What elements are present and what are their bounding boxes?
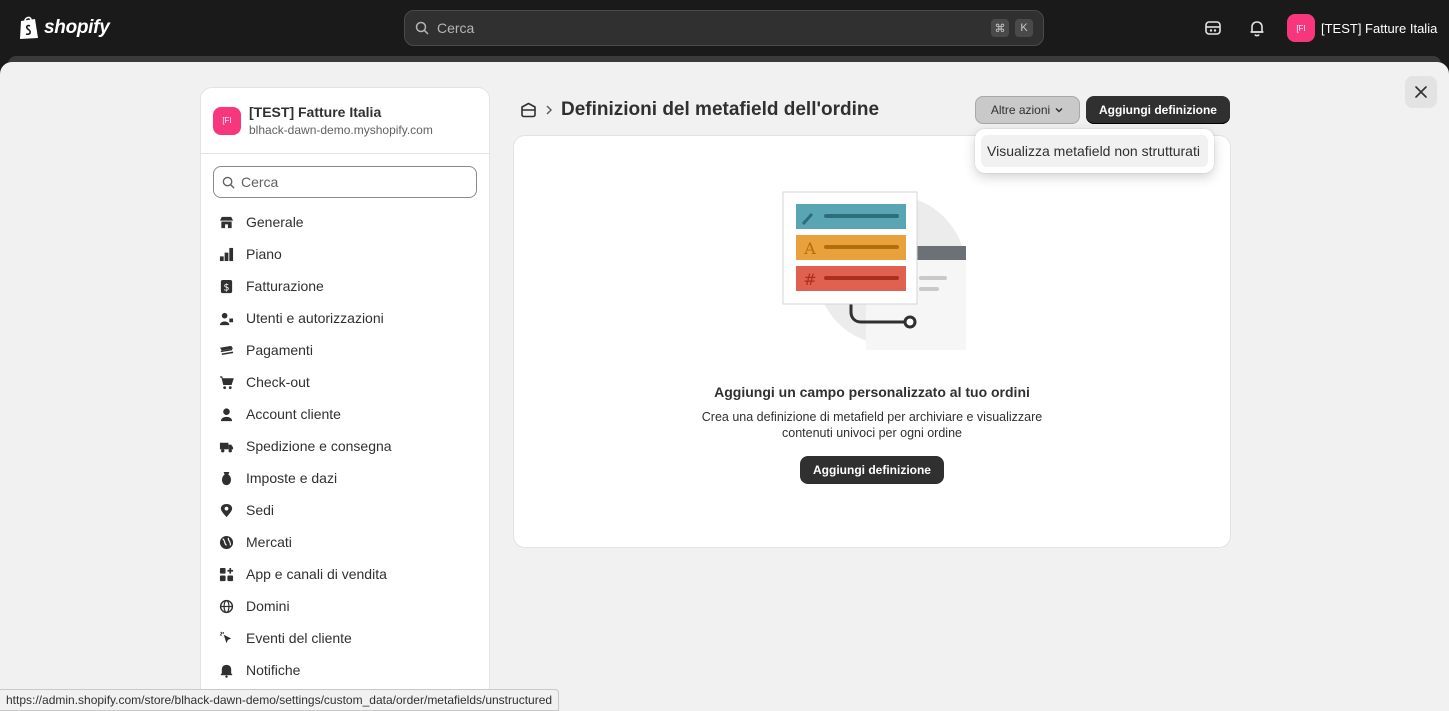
sidebar-item-label: Notifiche xyxy=(246,662,301,678)
chevron-right-icon xyxy=(546,105,553,115)
sidebar-item-label: Pagamenti xyxy=(246,342,313,358)
more-actions-dropdown: Visualizza metafield non strutturati xyxy=(975,129,1214,173)
empty-state-description: Crea una definizione di metafield per ar… xyxy=(701,410,1043,440)
more-actions-button[interactable]: Altre azioni xyxy=(975,96,1080,124)
search-placeholder: Cerca xyxy=(437,20,475,36)
global-search-input[interactable]: Cerca ⌘ K xyxy=(404,10,1044,46)
browser-status-url: https://admin.shopify.com/store/blhack-d… xyxy=(0,689,560,711)
empty-state-card: A # Aggiungi un campo personalizzato al … xyxy=(513,135,1231,548)
users-icon xyxy=(219,312,234,325)
plan-icon xyxy=(219,247,234,261)
breadcrumb: Definizioni del metafield dell'ordine xyxy=(520,99,879,121)
shopify-bag-icon xyxy=(20,16,38,39)
payments-icon xyxy=(219,345,234,355)
metafield-illustration: A # xyxy=(782,191,966,350)
sidebar-item-label: Eventi del cliente xyxy=(246,630,352,646)
shopify-logo[interactable]: shopify xyxy=(18,15,110,40)
sidebar-item-label: Imposte e dazi xyxy=(246,470,338,486)
sidebar-item-fatturazione[interactable]: $ Fatturazione xyxy=(201,270,489,302)
svg-text:#: # xyxy=(803,270,816,289)
sidebar-item-piano[interactable]: Piano xyxy=(201,238,489,270)
settings-modal: [FI [TEST] Fatture Italia blhack-dawn-de… xyxy=(0,62,1449,711)
view-unstructured-metafields-item[interactable]: Visualizza metafield non strutturati xyxy=(981,135,1208,167)
globe-icon xyxy=(219,535,234,549)
close-button[interactable] xyxy=(1405,76,1437,108)
sidebar-item-spedizione[interactable]: Spedizione e consegna xyxy=(201,430,489,462)
store-switch-icon[interactable] xyxy=(1203,18,1223,38)
sidebar-item-account-cliente[interactable]: Account cliente xyxy=(201,398,489,430)
add-definition-button[interactable]: Aggiungi definizione xyxy=(1086,96,1230,124)
custom-data-icon[interactable] xyxy=(520,102,537,118)
close-icon xyxy=(1415,86,1427,98)
store-name: [TEST] Fatture Italia xyxy=(1321,20,1438,36)
shopify-wordmark: shopify xyxy=(44,16,110,38)
sidebar-item-mercati[interactable]: Mercati xyxy=(201,526,489,558)
empty-state-add-definition-button[interactable]: Aggiungi definizione xyxy=(800,456,944,484)
sidebar-item-sedi[interactable]: Sedi xyxy=(201,494,489,526)
apps-icon xyxy=(219,567,234,581)
domain-icon xyxy=(219,599,234,613)
store-avatar: [FI xyxy=(1287,14,1315,42)
svg-text:A: A xyxy=(803,239,816,258)
cursor-icon xyxy=(219,631,232,643)
shortcut-cmd-key: ⌘ xyxy=(991,19,1009,37)
store-title: [TEST] Fatture Italia xyxy=(249,104,382,120)
search-placeholder: Cerca xyxy=(241,174,279,190)
page-title: Definizioni del metafield dell'ordine xyxy=(561,99,880,120)
search-icon xyxy=(222,176,235,189)
sidebar-item-app-canali[interactable]: App e canali di vendita xyxy=(201,558,489,590)
search-icon xyxy=(415,21,429,35)
avatar: [FI xyxy=(213,106,241,135)
store-menu-button[interactable]: [FI [TEST] Fatture Italia xyxy=(1287,14,1437,42)
bell-icon[interactable] xyxy=(1247,18,1267,38)
sidebar-item-label: Spedizione e consegna xyxy=(246,438,392,454)
sidebar-item-label: Utenti e autorizzazioni xyxy=(246,310,384,326)
sidebar-item-label: Domini xyxy=(246,598,290,614)
sidebar-store-header: [FI [TEST] Fatture Italia blhack-dawn-de… xyxy=(201,88,489,154)
truck-icon xyxy=(219,442,234,452)
bell-icon xyxy=(220,664,233,678)
billing-icon: $ xyxy=(220,279,233,293)
shortcut-k-key: K xyxy=(1015,19,1033,37)
cart-icon xyxy=(219,375,234,389)
chevron-down-icon xyxy=(1055,107,1063,113)
person-icon xyxy=(220,407,233,421)
settings-search-input[interactable]: Cerca xyxy=(213,166,477,198)
sidebar-item-utenti[interactable]: Utenti e autorizzazioni xyxy=(201,302,489,334)
sidebar-item-label: App e canali di vendita xyxy=(246,566,387,582)
top-bar: shopify Cerca ⌘ K [FI [TEST] Fatture Ita… xyxy=(0,0,1449,56)
sidebar-item-domini[interactable]: Domini xyxy=(201,590,489,622)
taxes-icon xyxy=(222,471,231,485)
location-icon xyxy=(220,503,233,517)
sidebar-item-imposte[interactable]: Imposte e dazi xyxy=(201,462,489,494)
settings-sidebar: [FI [TEST] Fatture Italia blhack-dawn-de… xyxy=(200,87,490,711)
empty-state-title: Aggiungi un campo personalizzato al tuo … xyxy=(714,384,1030,400)
sidebar-item-notifiche[interactable]: Notifiche xyxy=(201,654,489,686)
sidebar-item-label: Check-out xyxy=(246,374,310,390)
sidebar-item-generale[interactable]: Generale xyxy=(201,206,489,238)
sidebar-item-label: Generale xyxy=(246,214,304,230)
store-domain: blhack-dawn-demo.myshopify.com xyxy=(249,123,433,137)
more-actions-label: Altre azioni xyxy=(990,103,1051,117)
sidebar-item-checkout[interactable]: Check-out xyxy=(201,366,489,398)
sidebar-item-label: Sedi xyxy=(246,502,275,518)
sidebar-item-label: Piano xyxy=(246,246,282,262)
sidebar-item-label: Mercati xyxy=(246,534,292,550)
sidebar-item-pagamenti[interactable]: Pagamenti xyxy=(201,334,489,366)
sidebar-item-label: Fatturazione xyxy=(246,278,324,294)
sidebar-item-eventi[interactable]: Eventi del cliente xyxy=(201,622,489,654)
svg-text:$: $ xyxy=(224,282,230,293)
sidebar-item-label: Account cliente xyxy=(246,406,341,422)
store-icon xyxy=(219,216,234,228)
